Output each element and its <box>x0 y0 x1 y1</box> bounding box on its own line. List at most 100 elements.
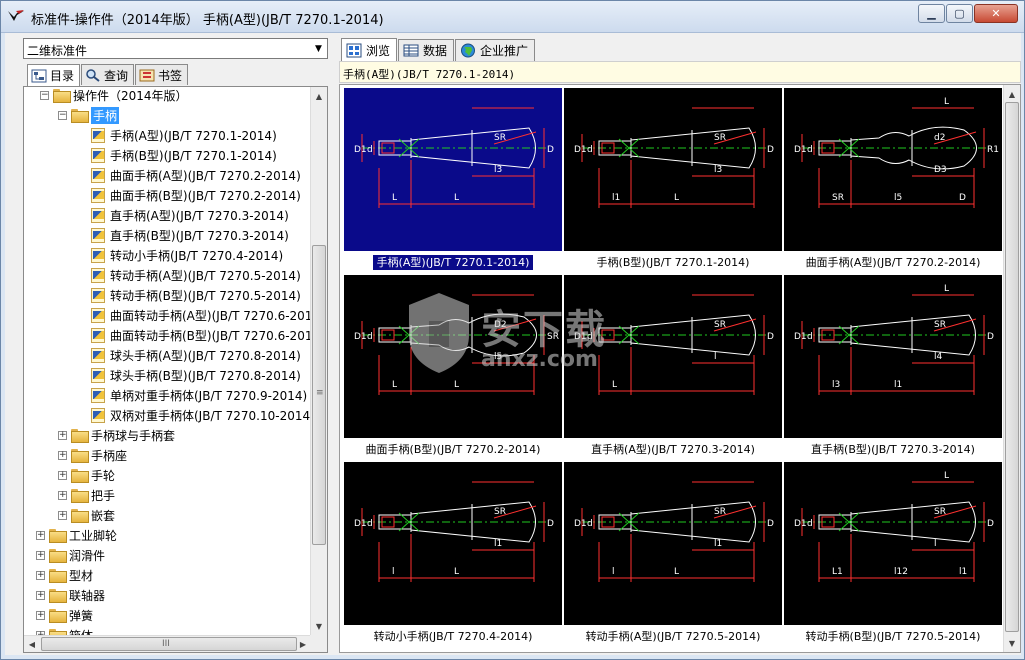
chevron-down-icon[interactable]: ▼ <box>310 39 327 58</box>
thumbnail-cell[interactable]: D1 d SR Dl3 L L 手柄(A型)(JB/T 7270.1-2014) <box>344 88 562 275</box>
thumbnail-caption[interactable]: 转动手柄(A型)(JB/T 7270.5-2014) <box>564 628 782 646</box>
expand-icon[interactable]: + <box>36 590 45 600</box>
dimension-label: l1 <box>494 539 502 549</box>
scroll-down-icon[interactable]: ▼ <box>311 618 327 634</box>
thumbnail-caption[interactable]: 转动小手柄(JB/T 7270.4-2014) <box>344 628 562 646</box>
tree-item[interactable]: 球头手柄(A型)(JB/T 7270.8-2014) <box>90 345 301 365</box>
thumbnail-cell[interactable]: D1 d D2 SR l5 L L 曲面手柄(B型)(JB/T 7270.2-2014) <box>344 275 562 462</box>
tab-catalog[interactable]: 目录 <box>27 64 81 86</box>
thumbnail-cell[interactable]: D1 d SR Dl3 l1 L 手柄(B型)(JB/T 7270.1-2014) <box>564 88 782 275</box>
tree-item[interactable]: 转动手柄(A型)(JB/T 7270.5-2014) <box>90 265 301 285</box>
tree-item[interactable]: 曲面手柄(B型)(JB/T 7270.2-2014) <box>90 185 301 205</box>
close-button[interactable]: ✕ <box>974 4 1018 23</box>
thumbnail-caption[interactable]: 手柄(A型)(JB/T 7270.1-2014) <box>344 254 562 272</box>
thumbnail-caption[interactable]: 转动手柄(B型)(JB/T 7270.5-2014) <box>784 628 1002 646</box>
tree-node-label: 型材 <box>69 568 94 583</box>
scroll-up-icon[interactable]: ▲ <box>1004 86 1020 102</box>
tree-folder[interactable]: + 工业脚轮 <box>36 525 117 545</box>
tab-promotion[interactable]: 企业推广 <box>455 39 536 61</box>
thumbnail-image[interactable]: D1 d SR Dl L1 l12 Ll1 <box>784 462 1002 625</box>
thumbnail-image[interactable]: D1 d SR Dl4 l3 l1 L <box>784 275 1002 438</box>
tree-item[interactable]: 双柄对重手柄体(JB/T 7270.10-2014) <box>90 405 311 425</box>
tree-folder[interactable]: +箱体 <box>36 625 93 635</box>
expand-icon[interactable]: + <box>58 490 67 500</box>
collapse-icon[interactable]: − <box>58 110 67 120</box>
dimension-label: L <box>454 567 459 577</box>
dimension-label: d <box>587 332 593 342</box>
thumbnail-cell[interactable]: D1 d SR Dl L1 l12 Ll1 转动手柄(B型)(JB/T 7270.5-2014… <box>784 462 1002 649</box>
tree-node-root[interactable]: − 操作件（2014年版） <box>40 87 188 105</box>
tree-item[interactable]: 直手柄(A型)(JB/T 7270.3-2014) <box>90 205 289 225</box>
tree-folder[interactable]: + 手柄球与手柄套 <box>58 425 175 445</box>
thumbnail-caption[interactable]: 曲面手柄(B型)(JB/T 7270.2-2014) <box>344 441 562 459</box>
maximize-button[interactable]: ▢ <box>946 4 973 23</box>
tree-vertical-thumb[interactable]: ≡ <box>312 245 326 545</box>
thumbnail-cell[interactable]: D1 d d2 R1 D3 SR l5 L D 曲面手柄(A型)(JB/T 7270.2-2014… <box>784 88 1002 275</box>
thumbnail-caption[interactable]: 曲面手柄(A型)(JB/T 7270.2-2014) <box>784 254 1002 272</box>
thumbnail-cell[interactable]: D1 d SR Dl L 直手柄(A型)(JB/T 7270.3-2014) <box>564 275 782 462</box>
tab-data[interactable]: 数据 <box>398 39 455 61</box>
tree-item[interactable]: 单柄对重手柄体(JB/T 7270.9-2014) <box>90 385 307 405</box>
thumbnail-cell[interactable]: D1 d SR Dl4 l3 l1 L 直手柄(B型)(JB/T 7270.3-2014) <box>784 275 1002 462</box>
tree-item[interactable]: 转动手柄(B型)(JB/T 7270.5-2014) <box>90 285 301 305</box>
expand-icon[interactable]: + <box>36 570 45 580</box>
expand-icon[interactable]: + <box>58 430 67 440</box>
grid-vertical-scrollbar[interactable]: ▲ ▼ <box>1003 85 1020 652</box>
thumbnail-image[interactable]: D1 d d2 R1 D3 SR l5 L D <box>784 88 1002 251</box>
tab-search[interactable]: 查询 <box>81 64 135 85</box>
tree-folder[interactable]: + 型材 <box>36 565 93 585</box>
grid-vertical-thumb[interactable] <box>1005 102 1019 632</box>
expand-icon[interactable]: + <box>36 550 45 560</box>
tree-folder[interactable]: + 联轴器 <box>36 585 105 605</box>
tab-browse[interactable]: 浏览 <box>341 38 398 61</box>
tree-node-label: 转动手柄(A型)(JB/T 7270.5-2014) <box>110 268 301 283</box>
expand-icon[interactable]: + <box>36 530 45 540</box>
expand-icon[interactable]: + <box>58 450 67 460</box>
thumbnail-caption[interactable]: 直手柄(B型)(JB/T 7270.3-2014) <box>784 441 1002 459</box>
thumbnail-image[interactable]: D1 d SR Dl3 l1 L <box>564 88 782 251</box>
expand-icon[interactable]: + <box>36 610 45 620</box>
thumbnail-cell[interactable]: D1 d SR Dl1 l L 转动小手柄(JB/T 7270.4-2014) <box>344 462 562 649</box>
tree-node-label: 手柄(B型)(JB/T 7270.1-2014) <box>110 148 277 163</box>
tree-item[interactable]: 转动小手柄(JB/T 7270.4-2014) <box>90 245 283 265</box>
thumbnail-image[interactable]: D1 d SR Dl3 L L <box>344 88 562 251</box>
expand-icon[interactable]: + <box>58 510 67 520</box>
window-title: 标准件-操作件（2014年版） 手柄(A型)(JB/T 7270.1-2014) <box>31 13 384 28</box>
tree-item[interactable]: 手柄(B型)(JB/T 7270.1-2014) <box>90 145 277 165</box>
tree-item[interactable]: 曲面转动手柄(B型)(JB/T 7270.6-2014) <box>90 325 311 345</box>
thumbnail-image[interactable]: D1 d SR Dl L <box>564 275 782 438</box>
thumbnail-image[interactable]: D1 d D2 SR l5 L L <box>344 275 562 438</box>
tree-folder[interactable]: + 手柄座 <box>58 445 127 465</box>
tree-item[interactable]: 直手柄(B型)(JB/T 7270.3-2014) <box>90 225 289 245</box>
tree-item[interactable]: 曲面转动手柄(A型)(JB/T 7270.6-2014) <box>90 305 311 325</box>
expand-icon[interactable]: + <box>58 470 67 480</box>
tree-vertical-scrollbar[interactable]: ▲ ≡ ▼ <box>310 87 327 635</box>
tree-horizontal-scrollbar[interactable]: ◀ III ▶ <box>24 635 311 652</box>
tree-folder[interactable]: + 嵌套 <box>58 505 115 525</box>
thumbnail-caption[interactable]: 手柄(B型)(JB/T 7270.1-2014) <box>564 254 782 272</box>
scroll-down-icon[interactable]: ▼ <box>1004 635 1020 651</box>
tree-item[interactable]: 球头手柄(B型)(JB/T 7270.8-2014) <box>90 365 301 385</box>
thumbnail-image[interactable]: D1 d SR Dl1 l L <box>344 462 562 625</box>
tree-folder[interactable]: + 手轮 <box>58 465 115 485</box>
tree-item[interactable]: 曲面手柄(A型)(JB/T 7270.2-2014) <box>90 165 301 185</box>
tree-node-label: 球头手柄(A型)(JB/T 7270.8-2014) <box>110 348 301 363</box>
scroll-left-icon[interactable]: ◀ <box>24 636 40 652</box>
collapse-icon[interactable]: − <box>40 90 49 100</box>
thumbnail-cell[interactable]: D1 d SR Dl1 l L 转动手柄(A型)(JB/T 7270.5-2014) <box>564 462 782 649</box>
scroll-up-icon[interactable]: ▲ <box>311 88 327 104</box>
tree-horizontal-thumb[interactable]: III <box>41 637 297 651</box>
tree-folder[interactable]: + 润滑件 <box>36 545 105 565</box>
dimension-label: d <box>807 145 813 155</box>
minimize-button[interactable]: ▁ <box>918 4 945 23</box>
tab-bookmark[interactable]: 书签 <box>135 64 189 85</box>
tree-node-handles[interactable]: − 手柄 <box>58 105 120 125</box>
thumbnail-caption[interactable]: 直手柄(A型)(JB/T 7270.3-2014) <box>564 441 782 459</box>
thumbnail-image[interactable]: D1 d SR Dl1 l L <box>564 462 782 625</box>
library-combo[interactable]: 二维标准件 ▼ <box>23 38 328 59</box>
dimension-label: d <box>807 332 813 342</box>
tree-folder[interactable]: + 弹簧 <box>36 605 93 625</box>
tree-folder[interactable]: + 把手 <box>58 485 115 505</box>
tree-item[interactable]: 手柄(A型)(JB/T 7270.1-2014) <box>90 125 277 145</box>
scroll-right-icon[interactable]: ▶ <box>295 636 311 652</box>
